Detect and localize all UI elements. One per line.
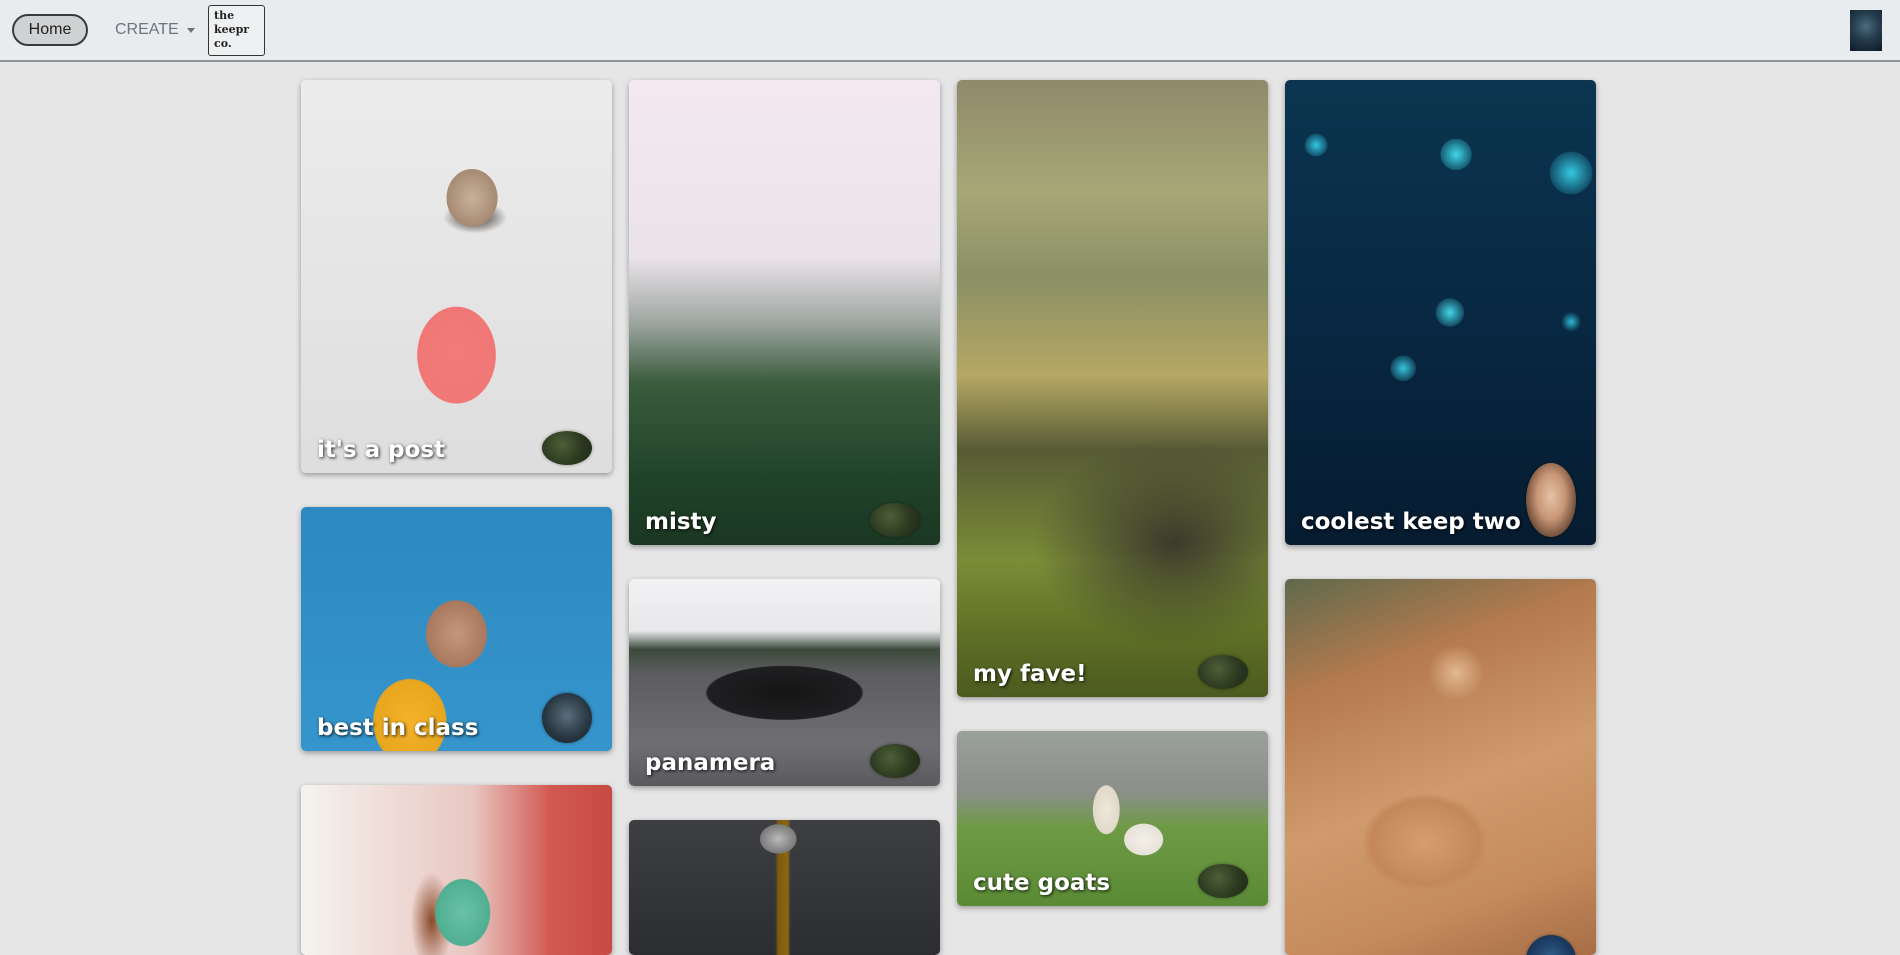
- keep-card[interactable]: it's a post: [301, 80, 612, 473]
- keep-card[interactable]: best in class: [301, 507, 612, 751]
- keep-title: coolest keep two: [1301, 509, 1521, 535]
- home-button[interactable]: Home: [12, 14, 88, 46]
- keep-title: misty: [645, 509, 717, 535]
- keep-card[interactable]: [301, 785, 612, 955]
- creator-avatar[interactable]: [542, 431, 592, 465]
- creator-avatar[interactable]: [1198, 655, 1248, 689]
- keep-card[interactable]: [1285, 579, 1596, 955]
- creator-avatar[interactable]: [870, 503, 920, 537]
- keep-card[interactable]: cute goats: [957, 731, 1268, 906]
- keep-card[interactable]: panamera: [629, 579, 940, 786]
- keep-title: best in class: [317, 715, 479, 741]
- caret-down-icon: [186, 27, 195, 33]
- logo-line: co.: [214, 37, 232, 50]
- navbar: Home CREATE the keepr co.: [0, 0, 1900, 62]
- keep-card[interactable]: coolest keep two: [1285, 80, 1596, 545]
- logo-line: keepr: [214, 23, 250, 36]
- create-dropdown-label: CREATE: [115, 21, 179, 38]
- keep-title: my fave!: [973, 661, 1087, 687]
- creator-avatar[interactable]: [870, 744, 920, 778]
- create-dropdown[interactable]: CREATE: [115, 19, 195, 41]
- creator-avatar[interactable]: [542, 693, 592, 743]
- logo[interactable]: the keepr co.: [208, 5, 265, 56]
- keep-title: cute goats: [973, 870, 1111, 896]
- creator-avatar[interactable]: [1198, 864, 1248, 898]
- creator-avatar[interactable]: [1526, 935, 1576, 955]
- keep-card[interactable]: my fave!: [957, 80, 1268, 697]
- creator-avatar[interactable]: [1526, 463, 1576, 537]
- user-avatar[interactable]: [1850, 10, 1882, 51]
- keep-title: it's a post: [317, 437, 446, 463]
- logo-line: the: [214, 9, 235, 22]
- keep-card[interactable]: misty: [629, 80, 940, 545]
- keep-title: panamera: [645, 750, 776, 776]
